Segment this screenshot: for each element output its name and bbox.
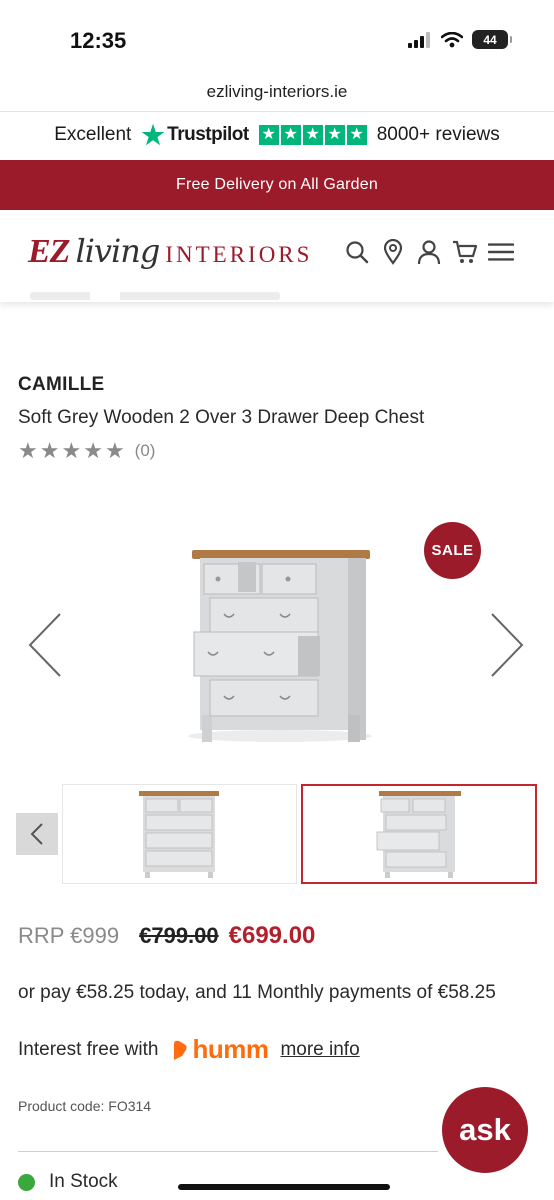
gallery-prev-button[interactable] <box>26 612 64 683</box>
status-time: 12:35 <box>70 28 127 53</box>
star-icon: ★ <box>61 438 82 463</box>
stock-status: In Stock <box>18 1171 118 1193</box>
trustpilot-bar[interactable]: Excellent ★ Trustpilot ★ ★ ★ ★ ★ 8000+ r… <box>0 121 554 149</box>
logo-interiors: INTERIORS <box>165 242 313 267</box>
thumbnail-1[interactable] <box>62 784 297 884</box>
rating-count: (0) <box>134 441 156 460</box>
status-icons: 44 <box>408 30 512 49</box>
promo-banner[interactable]: Free Delivery on All Garden <box>0 160 554 210</box>
in-stock-dot-icon <box>18 1173 35 1191</box>
home-indicator[interactable] <box>178 1184 390 1190</box>
trustpilot-rating-word: Excellent <box>54 124 132 145</box>
product-rating[interactable]: ★ ★ ★ ★ ★ (0) <box>18 438 155 464</box>
humm-icon <box>174 1040 188 1060</box>
logo-ez: EZ <box>28 233 70 270</box>
star-icon: ★ <box>104 438 125 463</box>
thumbnail-prev-button[interactable] <box>16 813 58 855</box>
site-logo[interactable]: EZ living INTERIORS <box>28 232 312 271</box>
trustpilot-logo: ★ Trustpilot <box>141 120 249 150</box>
thumbnail-2-selected[interactable] <box>301 784 537 884</box>
sale-price: €699.00 <box>228 922 316 949</box>
sale-badge: SALE <box>424 522 481 579</box>
menu-icon[interactable] <box>488 238 514 266</box>
star-icon: ★ <box>83 438 103 463</box>
was-price: €799.00 <box>139 923 219 948</box>
interest-text: Interest free with <box>18 1038 159 1060</box>
chevron-right-icon <box>491 613 524 677</box>
divider <box>0 111 554 112</box>
star-icon: ★ <box>39 438 60 463</box>
product-brand: CAMILLE <box>18 374 105 395</box>
star-icon: ★ <box>346 125 367 145</box>
search-icon[interactable] <box>344 238 370 266</box>
battery-icon: 44 <box>472 30 512 49</box>
star-icon: ★ <box>18 438 38 463</box>
humm-logo: humm <box>170 1034 269 1065</box>
chevron-left-icon <box>30 823 43 845</box>
gallery-next-button[interactable] <box>488 612 526 683</box>
wifi-icon <box>441 31 463 47</box>
more-info-link[interactable]: more info <box>280 1039 359 1061</box>
url-bar[interactable]: ezliving-interiors.ie <box>0 82 554 102</box>
cart-icon[interactable] <box>452 238 478 266</box>
price-block: RRP €999 €799.00 €699.00 <box>18 922 315 950</box>
product-main-image[interactable] <box>180 540 380 750</box>
trustpilot-reviews: 8000+ reviews <box>376 124 500 145</box>
humm-label: humm <box>192 1034 269 1064</box>
ask-chat-button[interactable]: ask <box>442 1087 528 1173</box>
product-code: Product code: FO314 <box>18 1098 152 1114</box>
header-icons <box>344 238 514 266</box>
location-pin-icon[interactable] <box>380 238 406 266</box>
divider <box>18 1151 438 1152</box>
account-icon[interactable] <box>416 238 442 266</box>
trustpilot-stars: ★ ★ ★ ★ ★ <box>258 125 367 145</box>
star-icon: ★ <box>141 120 165 150</box>
stock-label: In Stock <box>49 1171 118 1192</box>
breadcrumb <box>30 292 280 300</box>
finance-text: or pay €58.25 today, and 11 Monthly paym… <box>18 982 496 1003</box>
chevron-left-icon <box>28 613 61 677</box>
product-title: Soft Grey Wooden 2 Over 3 Drawer Deep Ch… <box>18 407 425 428</box>
humm-row: Interest free with humm more info <box>18 1034 360 1065</box>
star-icon: ★ <box>302 125 323 145</box>
rrp-price: RRP €999 <box>18 923 120 948</box>
logo-living: living <box>75 232 160 270</box>
signal-icon <box>408 31 430 48</box>
star-icon: ★ <box>258 125 279 145</box>
star-icon: ★ <box>324 125 345 145</box>
star-icon: ★ <box>280 125 301 145</box>
trustpilot-brand: Trustpilot <box>167 124 249 145</box>
